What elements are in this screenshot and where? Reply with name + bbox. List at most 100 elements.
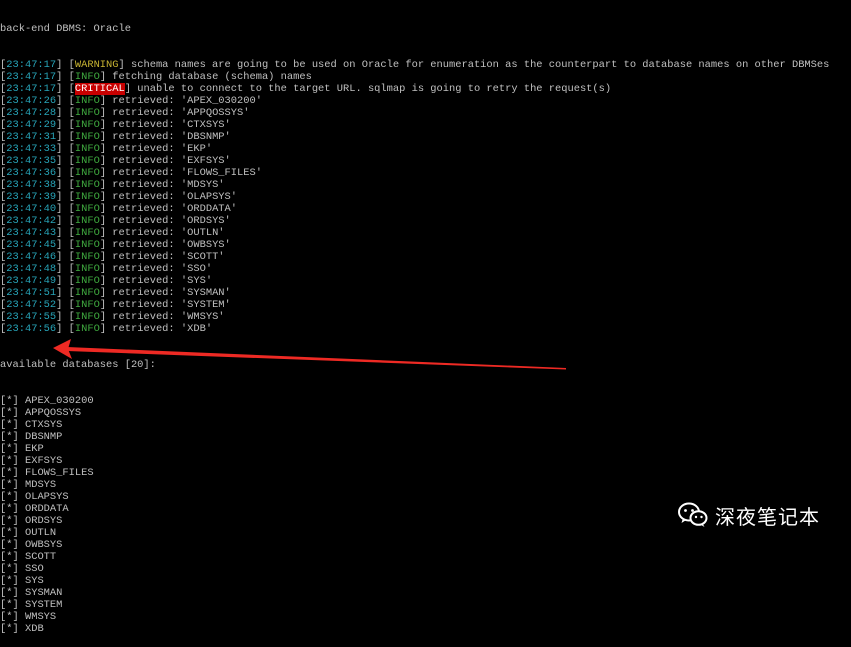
- log-level: INFO: [74, 215, 100, 227]
- log-message: retrieved: 'ORDSYS': [112, 215, 231, 227]
- log-level: INFO: [74, 263, 100, 275]
- log-message: retrieved: 'OWBSYS': [112, 239, 231, 251]
- database-name: MDSYS: [24, 479, 57, 491]
- log-message: retrieved: 'OUTLN': [112, 227, 225, 239]
- log-line: [23:47:33] [INFO] retrieved: 'EKP': [0, 143, 851, 155]
- bracket: ] [: [56, 239, 75, 251]
- log-message: retrieved: 'APEX_030200': [112, 95, 262, 107]
- bracket: ]: [99, 95, 113, 107]
- log-level: INFO: [74, 191, 100, 203]
- bracket: ]: [99, 251, 113, 263]
- bracket: ]: [99, 179, 113, 191]
- log-line: [23:47:26] [INFO] retrieved: 'APEX_03020…: [0, 95, 851, 107]
- database-item: [*] MDSYS: [0, 479, 851, 491]
- log-line: [23:47:39] [INFO] retrieved: 'OLAPSYS': [0, 191, 851, 203]
- bracket: ] [: [56, 203, 75, 215]
- db-marker: [*]: [0, 563, 19, 575]
- database-name: WMSYS: [24, 611, 57, 623]
- log-level: INFO: [74, 167, 100, 179]
- log-timestamp: 23:47:33: [6, 143, 57, 155]
- log-level: INFO: [74, 119, 100, 131]
- db-marker: [*]: [0, 431, 19, 443]
- db-marker: [*]: [0, 455, 19, 467]
- database-item: [*] APPQOSSYS: [0, 407, 851, 419]
- log-line: [23:47:28] [INFO] retrieved: 'APPQOSSYS': [0, 107, 851, 119]
- log-level: INFO: [74, 251, 100, 263]
- log-line: [23:47:42] [INFO] retrieved: 'ORDSYS': [0, 215, 851, 227]
- dbms-header-line: back-end DBMS: Oracle: [0, 23, 131, 35]
- database-name: SSO: [24, 563, 44, 575]
- log-message: schema names are going to be used on Ora…: [131, 59, 830, 71]
- log-timestamp: 23:47:48: [6, 263, 57, 275]
- db-marker: [*]: [0, 395, 19, 407]
- bracket: ] [: [56, 251, 75, 263]
- log-message: retrieved: 'OLAPSYS': [112, 191, 238, 203]
- bracket: ] [: [56, 155, 75, 167]
- bracket: ]: [99, 299, 113, 311]
- log-timestamp: 23:47:49: [6, 275, 57, 287]
- log-line: [23:47:55] [INFO] retrieved: 'WMSYS': [0, 311, 851, 323]
- log-timestamp: 23:47:39: [6, 191, 57, 203]
- database-name: SYSTEM: [24, 599, 63, 611]
- log-timestamp: 23:47:31: [6, 131, 57, 143]
- database-name: SYS: [24, 575, 44, 587]
- database-name: ORDSYS: [24, 515, 63, 527]
- db-marker: [*]: [0, 599, 19, 611]
- database-name: SYSMAN: [24, 587, 63, 599]
- log-message: retrieved: 'WMSYS': [112, 311, 225, 323]
- log-level: INFO: [74, 239, 100, 251]
- log-timestamp: 23:47:40: [6, 203, 57, 215]
- bracket: ] [: [56, 323, 75, 335]
- database-item: [*] EXFSYS: [0, 455, 851, 467]
- log-timestamp: 23:47:55: [6, 311, 57, 323]
- log-level: INFO: [74, 155, 100, 167]
- log-message: retrieved: 'SSO': [112, 263, 213, 275]
- bracket: ]: [124, 83, 138, 95]
- log-message: retrieved: 'ORDDATA': [112, 203, 238, 215]
- bracket: ]: [99, 239, 113, 251]
- database-name: CTXSYS: [24, 419, 63, 431]
- log-line: [23:47:17] [CRITICAL] unable to connect …: [0, 83, 851, 95]
- db-marker: [*]: [0, 443, 19, 455]
- log-line: [23:47:46] [INFO] retrieved: 'SCOTT': [0, 251, 851, 263]
- log-timestamp: 23:47:45: [6, 239, 57, 251]
- database-item: [*] FLOWS_FILES: [0, 467, 851, 479]
- db-marker: [*]: [0, 575, 19, 587]
- database-name: DBSNMP: [24, 431, 63, 443]
- log-level: INFO: [74, 287, 100, 299]
- log-level: INFO: [74, 131, 100, 143]
- wechat-icon: [678, 502, 708, 527]
- database-item: [*] SYS: [0, 575, 851, 587]
- db-marker: [*]: [0, 623, 19, 635]
- bracket: ]: [99, 227, 113, 239]
- bracket: ]: [99, 287, 113, 299]
- db-marker: [*]: [0, 587, 19, 599]
- log-timestamp: 23:47:29: [6, 119, 57, 131]
- database-item: [*] DBSNMP: [0, 431, 851, 443]
- bracket: ]: [99, 131, 113, 143]
- bracket: ] [: [56, 71, 75, 83]
- log-message: retrieved: 'SYS': [112, 275, 213, 287]
- bracket: ]: [99, 215, 113, 227]
- log-message: fetching database (schema) names: [112, 71, 312, 83]
- db-marker: [*]: [0, 419, 19, 431]
- bracket: ]: [99, 311, 113, 323]
- database-item: [*] APEX_030200: [0, 395, 851, 407]
- database-name: FLOWS_FILES: [24, 467, 94, 479]
- log-lines: [23:47:17] [WARNING] schema names are go…: [0, 59, 851, 335]
- database-item: [*] SSO: [0, 563, 851, 575]
- db-marker: [*]: [0, 515, 19, 527]
- database-name: EXFSYS: [24, 455, 63, 467]
- bracket: ]: [99, 119, 113, 131]
- bracket: ] [: [56, 107, 75, 119]
- log-level: INFO: [74, 95, 100, 107]
- bracket: ] [: [56, 191, 75, 203]
- bracket: ] [: [56, 167, 75, 179]
- log-timestamp: 23:47:28: [6, 107, 57, 119]
- available-databases-header: available databases [20]:: [0, 359, 156, 371]
- log-timestamp: 23:47:35: [6, 155, 57, 167]
- log-message: retrieved: 'FLOWS_FILES': [112, 167, 262, 179]
- database-name: ORDDATA: [24, 503, 69, 515]
- log-line: [23:47:35] [INFO] retrieved: 'EXFSYS': [0, 155, 851, 167]
- bracket: ] [: [56, 227, 75, 239]
